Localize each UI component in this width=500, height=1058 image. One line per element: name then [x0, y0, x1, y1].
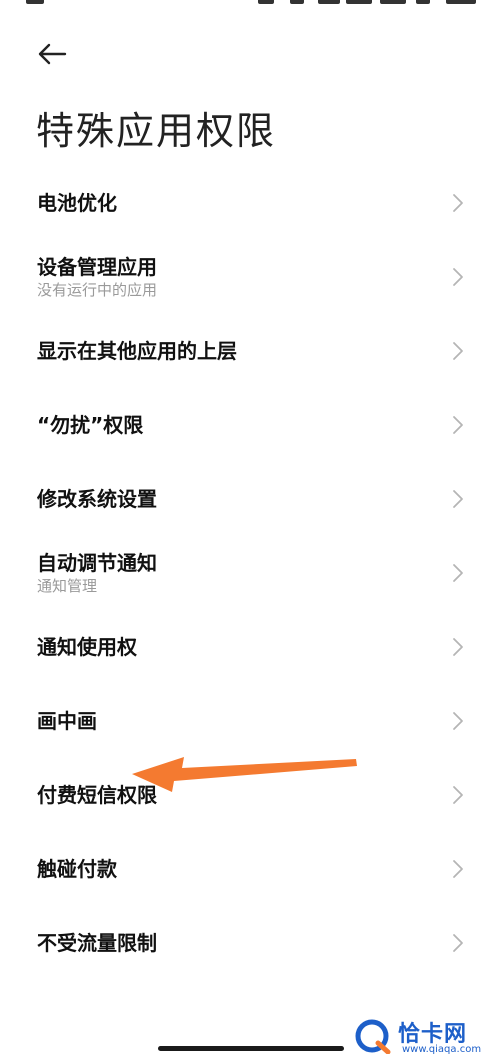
status-fragment [380, 0, 406, 4]
list-item-label: 显示在其他应用的上层 [37, 339, 237, 363]
chevron-right-icon [453, 712, 463, 730]
list-item-unrestricted-data[interactable]: 不受流量限制 [0, 906, 500, 980]
list-item-label: 触碰付款 [37, 857, 117, 881]
list-item-label: 通知使用权 [37, 635, 137, 659]
status-fragment [346, 0, 372, 4]
home-indicator [158, 1046, 344, 1051]
list-item-adaptive-notifications[interactable]: 自动调节通知 通知管理 [0, 536, 500, 610]
list-item-premium-sms-access[interactable]: 付费短信权限 [0, 758, 500, 832]
list-item-subtitle: 通知管理 [37, 577, 98, 595]
chevron-right-icon [453, 786, 463, 804]
list-item-texts: 不受流量限制 [37, 930, 157, 956]
status-fragment [258, 0, 274, 4]
back-button[interactable] [30, 34, 74, 74]
chevron-right-icon [453, 860, 463, 878]
list-item-modify-system-settings[interactable]: 修改系统设置 [0, 462, 500, 536]
back-arrow-icon [38, 43, 67, 65]
list-item-texts: 修改系统设置 [37, 486, 157, 512]
list-item-do-not-disturb-access[interactable]: “勿扰”权限 [0, 388, 500, 462]
list-item-notification-access[interactable]: 通知使用权 [0, 610, 500, 684]
chevron-right-icon [453, 342, 463, 360]
list-item-texts: 自动调节通知 通知管理 [37, 550, 157, 596]
list-item-label: 自动调节通知 [37, 551, 157, 575]
list-item-battery-optimization[interactable]: 电池优化 [0, 166, 500, 240]
list-item-texts: “勿扰”权限 [37, 412, 143, 438]
watermark-url: www.qiaqa.com [402, 1044, 482, 1055]
permission-list: 电池优化 设备管理应用 没有运行中的应用 显示在其他应用的上层 “勿扰”权限 修… [0, 166, 500, 980]
list-item-texts: 电池优化 [37, 190, 117, 216]
list-item-picture-in-picture[interactable]: 画中画 [0, 684, 500, 758]
watermark-logo-icon [355, 1019, 391, 1054]
list-item-subtitle: 没有运行中的应用 [37, 281, 158, 299]
list-item-device-admin-apps[interactable]: 设备管理应用 没有运行中的应用 [0, 240, 500, 314]
status-fragment [416, 0, 430, 4]
status-fragment [26, 0, 44, 4]
watermark: 恰卡网 www.qiaqa.com [352, 1016, 498, 1056]
battery-icon [446, 0, 476, 4]
status-bar [0, 0, 500, 8]
list-item-texts: 画中画 [37, 708, 97, 734]
chevron-right-icon [453, 638, 463, 656]
chevron-right-icon [453, 416, 463, 434]
list-item-texts: 触碰付款 [37, 856, 117, 882]
list-item-label: “勿扰”权限 [37, 413, 144, 437]
list-item-label: 不受流量限制 [37, 931, 157, 955]
list-item-label: 电池优化 [37, 191, 117, 215]
chevron-right-icon [453, 934, 463, 952]
list-item-label: 画中画 [37, 709, 97, 733]
list-item-texts: 通知使用权 [37, 634, 137, 660]
chevron-right-icon [453, 268, 463, 286]
chevron-right-icon [453, 490, 463, 508]
list-item-display-over-other-apps[interactable]: 显示在其他应用的上层 [0, 314, 500, 388]
chevron-right-icon [453, 194, 463, 212]
status-fragment [318, 0, 340, 4]
list-item-tap-and-pay[interactable]: 触碰付款 [0, 832, 500, 906]
list-item-texts: 付费短信权限 [37, 782, 157, 808]
page-title: 特殊应用权限 [36, 109, 277, 153]
list-item-label: 设备管理应用 [37, 255, 157, 279]
status-fragment [290, 0, 304, 4]
list-item-texts: 设备管理应用 没有运行中的应用 [37, 254, 157, 300]
list-item-label: 付费短信权限 [37, 783, 157, 807]
list-item-label: 修改系统设置 [37, 487, 157, 511]
chevron-right-icon [453, 564, 463, 582]
list-item-texts: 显示在其他应用的上层 [37, 338, 237, 364]
